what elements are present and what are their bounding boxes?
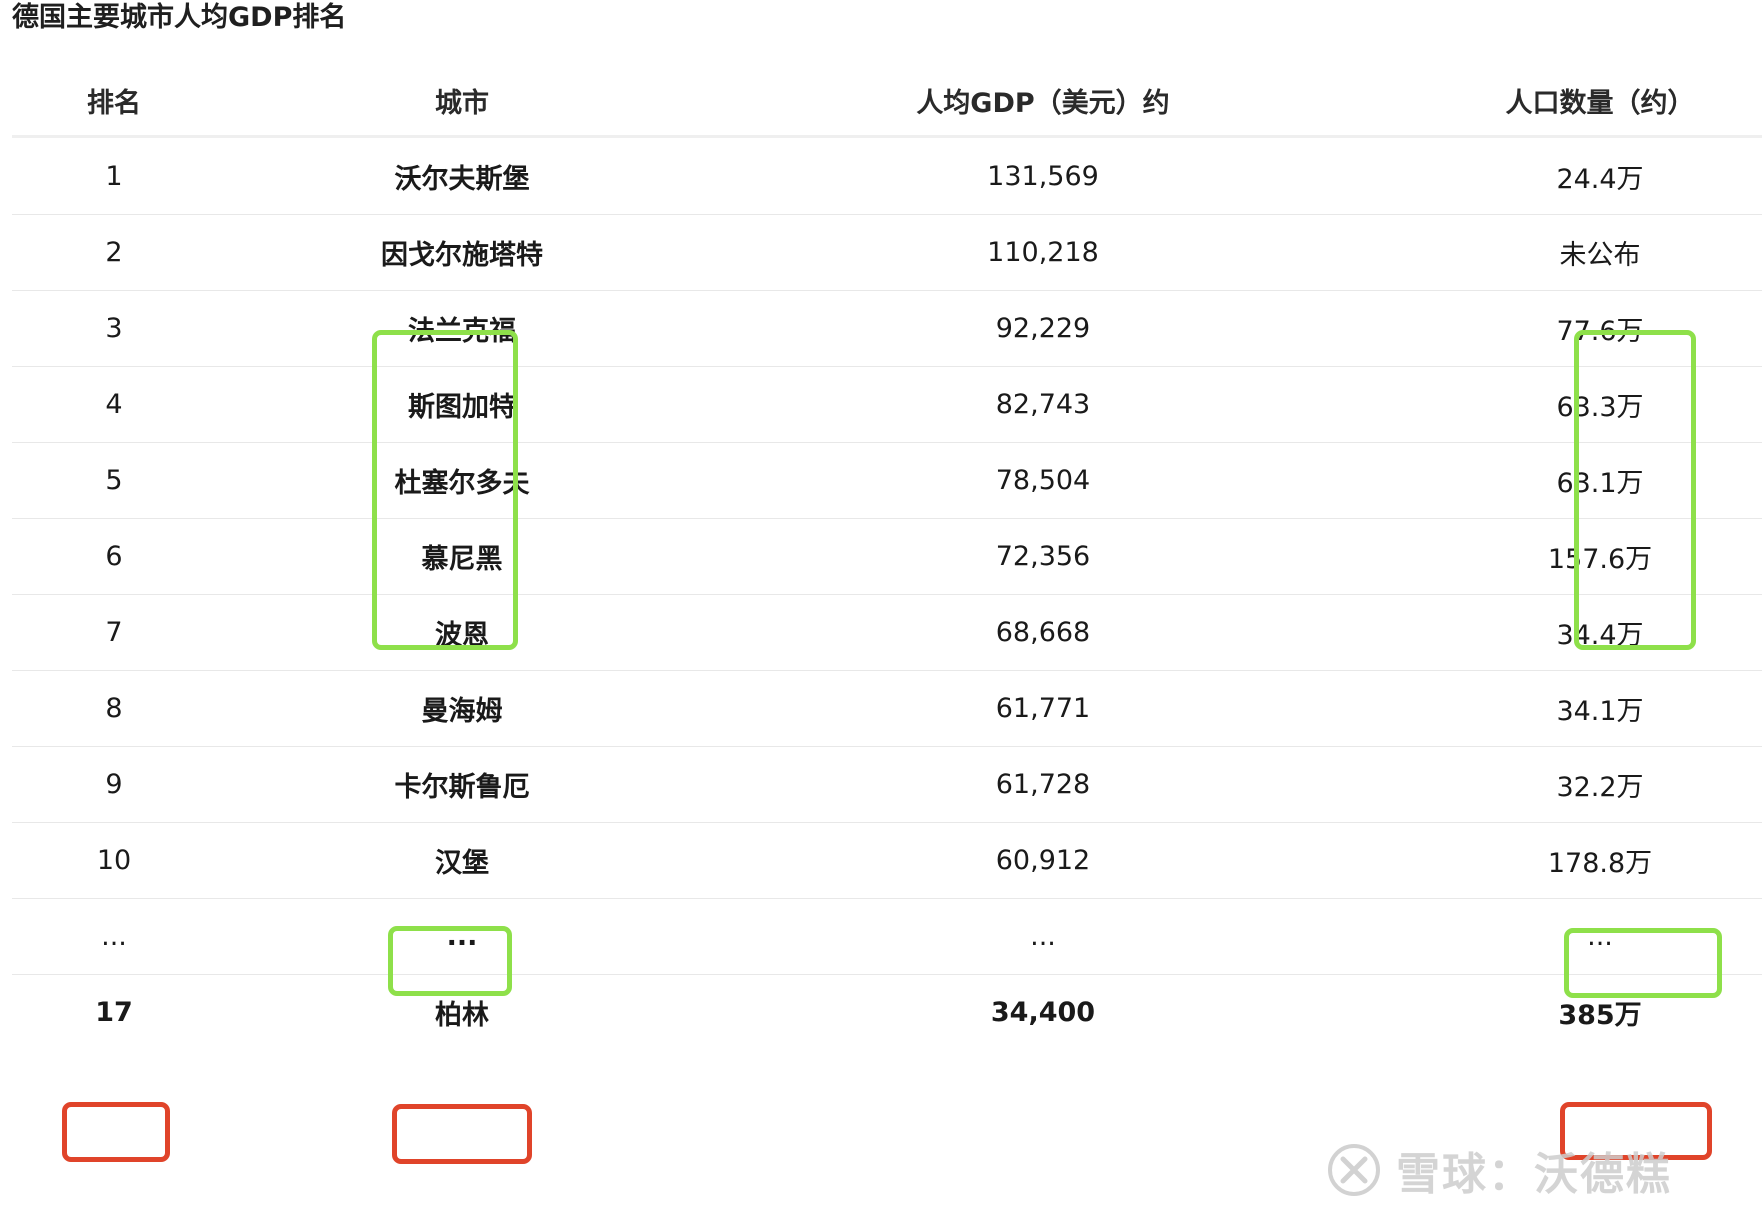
table-header-row: 排名 城市 人均GDP（美元）约 人口数量（约） <box>12 66 1762 138</box>
population-cell: 34.1万 <box>1556 695 1644 727</box>
rank-cell: 1 <box>105 160 123 192</box>
population-cell: 178.8万 <box>1547 847 1653 879</box>
header-gdp: 人均GDP（美元）约 <box>916 88 1170 119</box>
xueqiu-logo-icon <box>1328 1144 1380 1196</box>
table-row: 8 曼海姆 61,771 34.1万 <box>12 670 1762 747</box>
rank-cell: 4 <box>105 388 123 420</box>
gdp-cell: 60,912 <box>995 844 1091 876</box>
city-cell: 因戈尔施塔特 <box>381 239 543 271</box>
table-row: 3 法兰克福 92,229 77.6万 <box>12 290 1762 367</box>
table-row: 9 卡尔斯鲁厄 61,728 32.2万 <box>12 746 1762 823</box>
population-cell: 未公布 <box>1559 239 1641 271</box>
table-row: 2 因戈尔施塔特 110,218 未公布 <box>12 214 1762 291</box>
gdp-cell: 78,504 <box>995 464 1091 496</box>
gdp-cell: 110,218 <box>987 236 1099 268</box>
population-cell: 24.4万 <box>1556 163 1644 195</box>
header-population: 人口数量（约） <box>1505 88 1695 119</box>
population-cell: 32.2万 <box>1556 771 1644 803</box>
rank-cell: 17 <box>95 996 133 1028</box>
gdp-cell: 92,229 <box>995 312 1091 344</box>
rank-cell: 8 <box>105 692 123 724</box>
table-row: 1 沃尔夫斯堡 131,569 24.4万 <box>12 138 1762 215</box>
gdp-cell: 61,771 <box>995 692 1091 724</box>
table-row-ellipsis: ... ... ... ... <box>12 898 1762 975</box>
rank-cell: 2 <box>105 236 123 268</box>
green-highlight-hamburg-population <box>1564 928 1722 998</box>
watermark-text: 雪球：沃德糕 <box>1396 1149 1672 1200</box>
city-cell: 汉堡 <box>435 847 489 879</box>
green-highlight-population <box>1574 330 1696 650</box>
rank-cell: 5 <box>105 464 123 496</box>
table-row: 4 斯图加特 82,743 63.3万 <box>12 366 1762 443</box>
rank-cell: 9 <box>105 768 123 800</box>
watermark: 雪球：沃德糕 <box>1326 1138 1672 1202</box>
table-row: 5 杜塞尔多夫 78,504 63.1万 <box>12 442 1762 519</box>
table-row: 10 汉堡 60,912 178.8万 <box>12 822 1762 899</box>
red-highlight-rank <box>62 1102 170 1162</box>
gdp-cell: 131,569 <box>987 160 1099 192</box>
gdp-cell: 34,400 <box>990 996 1096 1028</box>
header-rank: 排名 <box>87 88 141 119</box>
table-row: 6 慕尼黑 72,356 157.6万 <box>12 518 1762 595</box>
gdp-cell: ... <box>1030 920 1056 952</box>
green-highlight-cities <box>372 330 518 650</box>
red-highlight-berlin <box>392 1104 532 1164</box>
page-title: 德国主要城市人均GDP排名 <box>12 2 347 33</box>
rank-cell: 7 <box>105 616 123 648</box>
gdp-cell: 61,728 <box>995 768 1091 800</box>
green-highlight-hamburg <box>388 926 512 996</box>
city-cell: 卡尔斯鲁厄 <box>394 771 530 803</box>
table-row: 7 波恩 68,668 34.4万 <box>12 594 1762 671</box>
city-cell: 沃尔夫斯堡 <box>394 163 530 195</box>
gdp-cell: 72,356 <box>995 540 1091 572</box>
rank-cell: 3 <box>105 312 123 344</box>
city-cell: 曼海姆 <box>421 695 503 727</box>
table-row-berlin: 17 柏林 34,400 385万 <box>12 974 1762 1050</box>
header-city: 城市 <box>435 88 489 119</box>
gdp-cell: 82,743 <box>995 388 1091 420</box>
rank-cell: 6 <box>105 540 123 572</box>
gdp-cell: 68,668 <box>995 616 1091 648</box>
rank-cell: ... <box>101 920 127 952</box>
rank-cell: 10 <box>96 844 132 876</box>
